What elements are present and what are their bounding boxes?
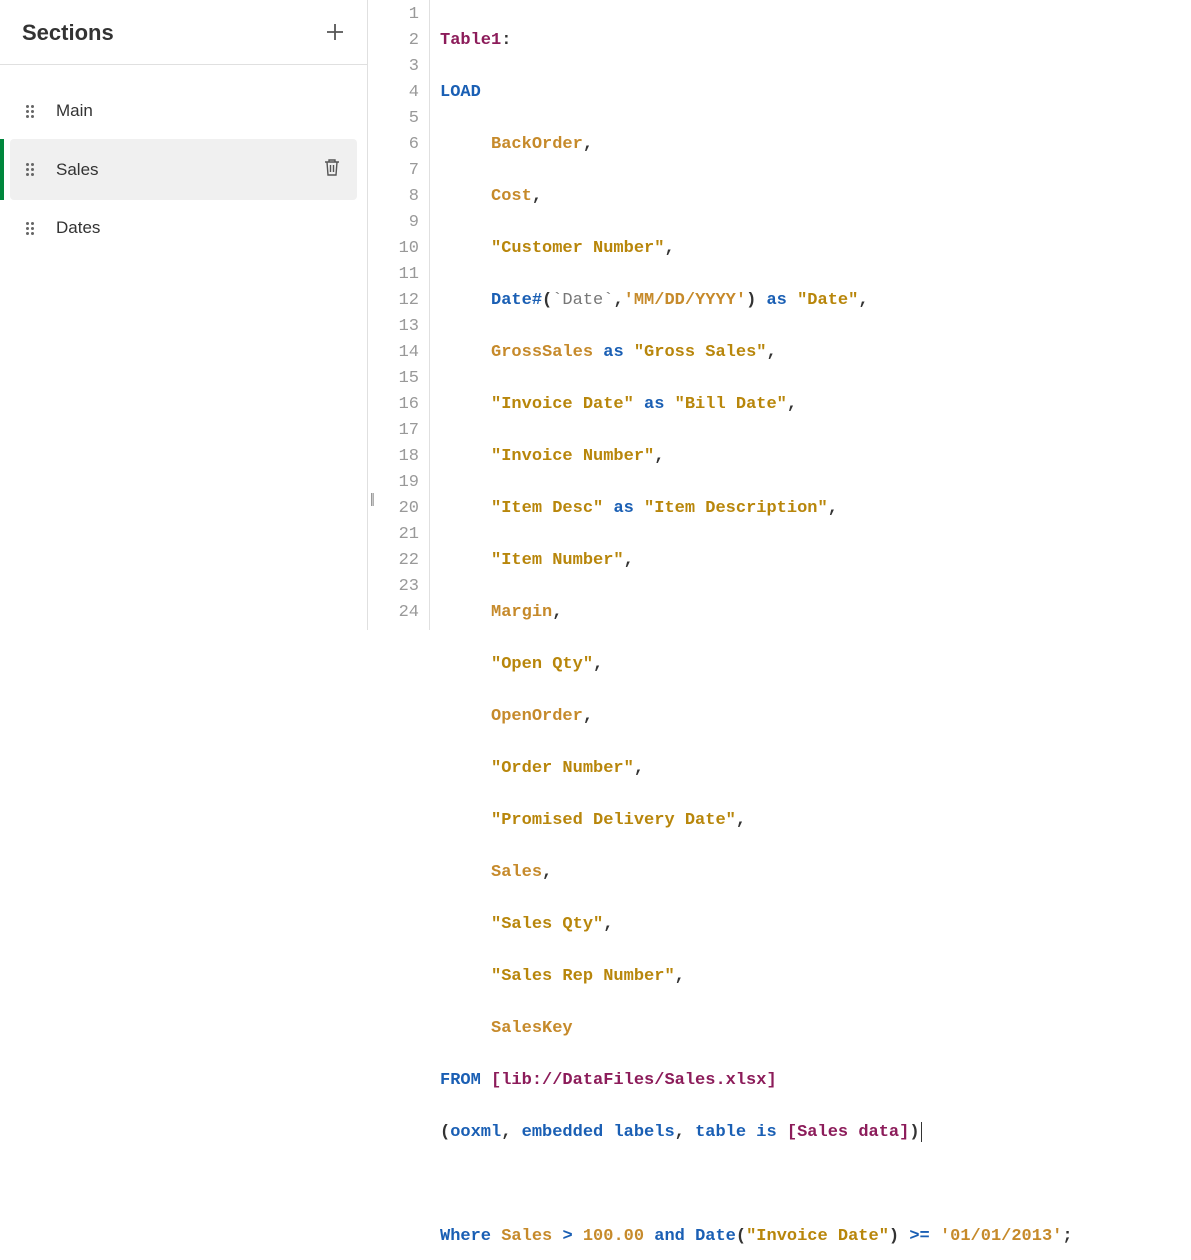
- drag-handle-icon[interactable]: [26, 222, 34, 235]
- section-label: Dates: [56, 218, 341, 238]
- pane-splitter-handle[interactable]: ||: [370, 490, 373, 506]
- section-label: Sales: [56, 160, 323, 180]
- editor-gutter: 123456789101112131415161718192021222324: [368, 0, 430, 630]
- section-item-dates[interactable]: Dates: [10, 200, 357, 256]
- add-section-button[interactable]: [325, 20, 345, 46]
- drag-handle-icon[interactable]: [26, 105, 34, 118]
- drag-handle-icon[interactable]: [26, 163, 34, 176]
- sidebar-header: Sections: [0, 0, 367, 65]
- sections-title: Sections: [22, 20, 114, 46]
- sections-list: Main Sales Dates: [0, 65, 367, 256]
- sections-sidebar: Sections Main Sales Dates ||: [0, 0, 368, 630]
- script-editor[interactable]: 123456789101112131415161718192021222324 …: [368, 0, 1191, 630]
- section-item-main[interactable]: Main: [10, 83, 357, 139]
- delete-section-button[interactable]: [323, 157, 341, 182]
- section-label: Main: [56, 101, 341, 121]
- section-item-sales[interactable]: Sales: [10, 139, 357, 200]
- editor-code[interactable]: Table1: LOAD BackOrder, Cost, "Customer …: [430, 0, 1073, 630]
- editor-cursor: [921, 1122, 922, 1142]
